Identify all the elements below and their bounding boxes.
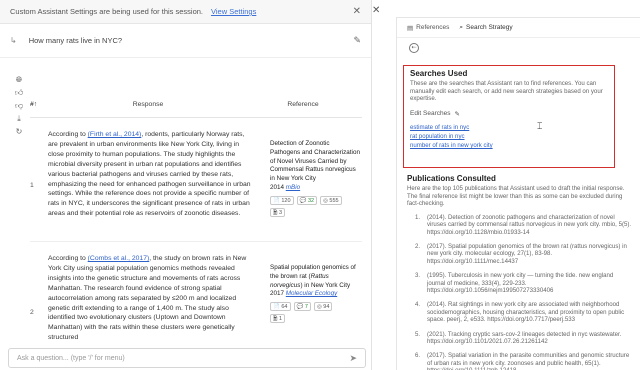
- response-text: According to: [48, 255, 88, 262]
- item-number: 6.: [415, 352, 421, 360]
- thumbs-up-icon[interactable]: 👍︎: [12, 88, 26, 98]
- item-number: 4.: [415, 301, 421, 309]
- item-number: 2.: [415, 243, 421, 250]
- references-panel: ▤ References ⌕ Search Strategy ⇠ Searches …: [396, 17, 640, 370]
- reference-journal[interactable]: Molecular Ecology: [286, 290, 337, 297]
- list-item[interactable]: 4. (2014). Rat sightings in new york city…: [415, 301, 633, 323]
- reference-cell: Detection of Zoonotic Pathogens and Char…: [260, 130, 360, 241]
- publication-text: (2017). Spatial population genomics of t…: [427, 243, 627, 265]
- table-row: 1 According to (Firth et al., 2014), rod…: [30, 118, 362, 242]
- list-item[interactable]: 1. (2014). Detection of zoonotic pathogen…: [415, 214, 633, 236]
- app: Custom Assistant Settings are being used…: [0, 0, 640, 370]
- tab-references-label: References: [416, 24, 450, 31]
- response-text: , the study on brown rats in New York Ci…: [48, 255, 247, 342]
- tab-search-strategy[interactable]: ⌕ Search Strategy: [459, 24, 512, 32]
- list-item[interactable]: 3. (1995). Tuberculosis in new york city …: [415, 272, 633, 294]
- pages-badge: 🗎 3: [270, 207, 286, 217]
- citations-badge: 📄 120: [270, 195, 294, 205]
- reference-title[interactable]: Detection of Zoonotic Pathogens and Char…: [270, 140, 360, 184]
- publications-consulted: Publications Consulted Here are the top …: [407, 174, 633, 370]
- reference-badges: 📄 120 💬 32 ◎ 555: [270, 195, 360, 205]
- banner-text: Custom Assistant Settings are being used…: [10, 7, 204, 16]
- searches-description: These are the searches that Assistant ra…: [410, 80, 603, 103]
- table-header: #↑ Response Reference: [30, 92, 362, 118]
- reply-arrow-icon: ↳: [10, 36, 17, 45]
- tab-references[interactable]: ▤ References: [407, 24, 449, 32]
- close-icon[interactable]: ✕: [353, 6, 361, 17]
- tab-strategy-label: Search Strategy: [466, 24, 513, 31]
- question-input[interactable]: Ask a question... (type '/' for menu) ➤: [8, 348, 366, 368]
- header-number[interactable]: #↑: [30, 101, 48, 108]
- search-link[interactable]: rat population in nyc: [410, 133, 608, 141]
- search-link[interactable]: number of rats in new york city: [410, 142, 608, 150]
- edit-searches-button[interactable]: Edit Searches ✎: [410, 110, 608, 118]
- response-cell: According to (Firth et al., 2014), roden…: [48, 130, 260, 241]
- header-reference: Reference: [287, 101, 319, 108]
- publication-text: (2021). Tracking cryptic sars-cov-2 line…: [427, 330, 622, 346]
- references-icon: ▤: [407, 24, 414, 32]
- edit-question-icon[interactable]: ✎: [353, 35, 361, 46]
- pages-badge: 🗎 1: [270, 314, 286, 324]
- mentions-badge: ◎ 94: [313, 302, 333, 312]
- send-icon[interactable]: ➤: [349, 353, 357, 364]
- composer-placeholder: Ask a question... (type '/' for menu): [17, 354, 125, 362]
- search-links: estimate of rats in nyc rat population i…: [410, 124, 608, 150]
- refresh-icon[interactable]: ↻: [12, 127, 26, 137]
- list-item[interactable]: 6. (2017). Spatial variation in the paras…: [415, 352, 633, 370]
- globe-icon[interactable]: 🌐︎: [12, 75, 26, 85]
- item-number: 3.: [415, 272, 421, 280]
- panel-tabs: ▤ References ⌕ Search Strategy: [397, 18, 640, 38]
- citations-badge: 📄 64: [270, 302, 291, 312]
- close-icon[interactable]: ✕: [372, 5, 380, 16]
- download-icon[interactable]: ⤓: [12, 114, 26, 124]
- chat-pane: Custom Assistant Settings are being used…: [0, 0, 372, 370]
- publications-title: Publications Consulted: [407, 174, 496, 183]
- side-panel: ✕ ▤ References ⌕ Search Strategy ⇠ Searche…: [372, 0, 640, 370]
- citation-link[interactable]: (Firth et al., 2014): [88, 131, 142, 138]
- item-number: 1.: [415, 213, 421, 221]
- searches-used-box: Searches Used These are the searches tha…: [403, 65, 615, 168]
- response-text: According to: [48, 131, 88, 138]
- response-toolbar: 🌐︎ 👍︎ 👎︎ ⤓ ↻: [12, 75, 26, 137]
- publication-text: (2014). Detection of zoonotic pathogens …: [427, 213, 632, 236]
- reference-journal[interactable]: mBio: [286, 184, 300, 191]
- reference-badges-extra: 🗎 1: [270, 314, 360, 324]
- thumbs-down-icon[interactable]: 👎︎: [12, 101, 26, 111]
- back-icon[interactable]: ⇠: [409, 43, 419, 53]
- reference-year: 2014: [270, 183, 285, 191]
- searches-title: Searches Used: [410, 69, 468, 78]
- response-table: #↑ Response Reference 1 According to (Fi…: [30, 92, 362, 370]
- search-icon: ⌕: [459, 23, 464, 31]
- supporting-badge: 💬 7: [293, 302, 311, 312]
- reference-badges-extra: 🗎 3: [270, 207, 360, 217]
- settings-banner: Custom Assistant Settings are being used…: [0, 0, 371, 24]
- reference-year: 2017: [270, 290, 285, 298]
- supporting-badge: 💬 32: [296, 195, 318, 205]
- mouse-cursor-icon: ⌶: [537, 121, 543, 131]
- row-number: 1: [30, 182, 34, 189]
- publication-text: (2014). Rat sightings in new york city a…: [427, 301, 625, 324]
- publication-text: (1995). Tuberculosis in new york city — …: [427, 272, 614, 295]
- reference-title[interactable]: Spatial population genomics of the brown…: [270, 264, 360, 290]
- reference-badges: 📄 64 💬 7 ◎ 94: [270, 302, 360, 312]
- question-text: How many rats live in NYC?: [28, 36, 123, 45]
- item-number: 5.: [415, 330, 421, 338]
- citation-link[interactable]: (Combs et al., 2017): [88, 255, 150, 262]
- search-link[interactable]: estimate of rats in nyc: [410, 124, 608, 132]
- question-row: ↳ How many rats live in NYC? ✎: [0, 24, 371, 58]
- response-text: , rodents, particularly Norway rats, are…: [48, 131, 251, 218]
- list-item[interactable]: 5. (2021). Tracking cryptic sars-cov-2 li…: [415, 331, 633, 346]
- edit-icon: ✎: [454, 110, 460, 118]
- header-response: Response: [132, 101, 164, 108]
- publication-text: (2017). Spatial variation in the parasit…: [427, 352, 630, 370]
- publication-list: 1. (2014). Detection of zoonotic pathogen…: [407, 214, 633, 370]
- publications-description: Here are the top 105 publications that A…: [407, 185, 625, 208]
- mentions-badge: ◎ 555: [320, 195, 342, 205]
- list-item[interactable]: 2. (2017). Spatial population genomics of…: [415, 243, 633, 265]
- view-settings-link[interactable]: View Settings: [211, 7, 256, 16]
- reference-title-part: ) in New York City: [300, 281, 351, 289]
- edit-searches-label: Edit Searches: [410, 109, 451, 117]
